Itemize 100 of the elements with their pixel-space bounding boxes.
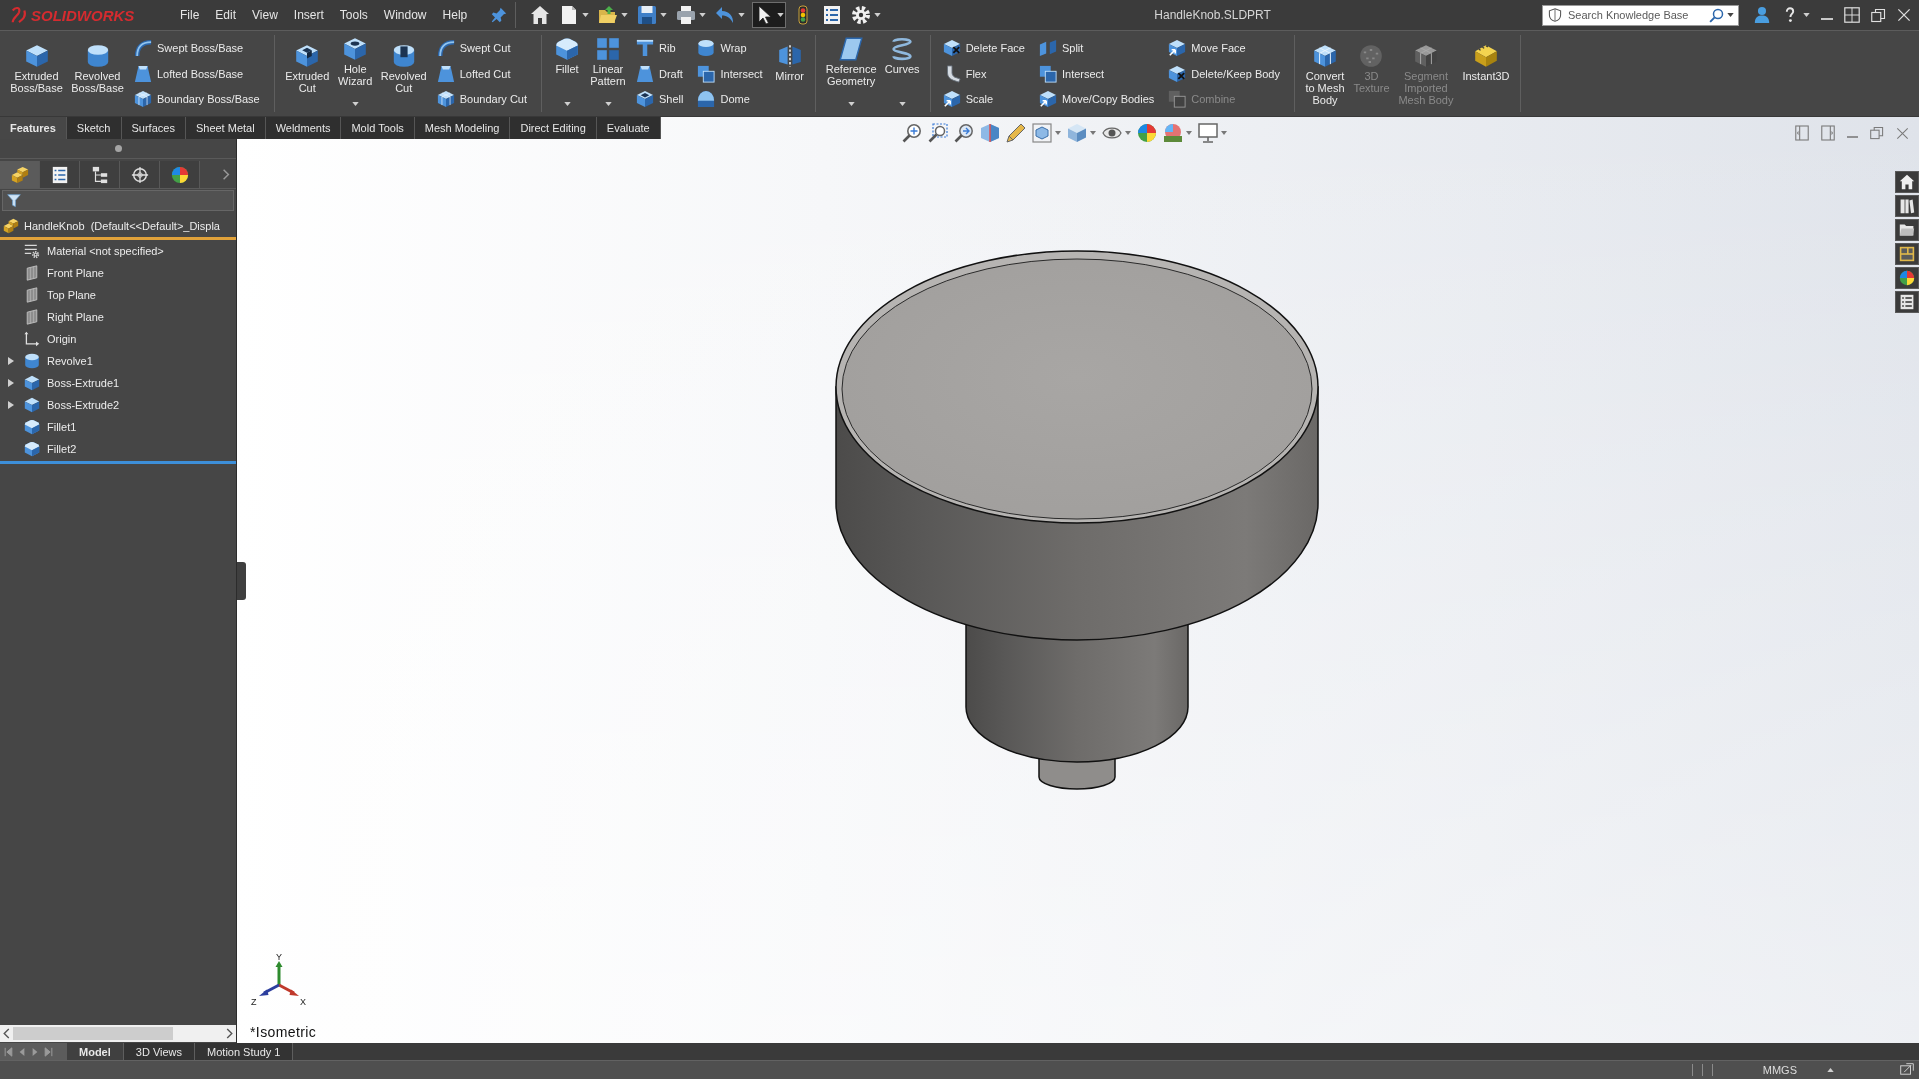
menu-item[interactable]: Tools (331, 3, 376, 27)
filter-field[interactable] (2, 190, 234, 211)
menu-item[interactable]: Insert (285, 3, 332, 27)
view-toolbar-button[interactable] (1067, 122, 1096, 144)
panel-collapse-handle[interactable] (237, 562, 246, 600)
tree-item[interactable]: Fillet1 (0, 416, 236, 438)
scroll-left-icon[interactable] (3, 1028, 10, 1039)
menu-item[interactable]: Edit (207, 3, 245, 27)
restore-icon[interactable] (1871, 7, 1886, 23)
ribbon-tab[interactable]: Features (0, 117, 67, 139)
view-toolbar-button[interactable] (954, 122, 974, 144)
ribbon-button[interactable]: Extruded Boss/Base (8, 35, 65, 112)
ribbon-button[interactable]: Intersect (693, 60, 769, 87)
tree-item[interactable]: Revolve1 (0, 350, 236, 372)
tree-item[interactable]: Right Plane (0, 306, 236, 328)
view-toolbar-button[interactable] (1198, 122, 1227, 144)
ribbon-button[interactable]: Rib (632, 35, 690, 61)
ribbon-button[interactable]: Draft (632, 60, 690, 87)
view-toolbar-button[interactable] (928, 122, 948, 144)
tree-item[interactable]: Origin (0, 328, 236, 350)
ribbon-button[interactable]: Swept Cut (432, 35, 533, 61)
ribbon-button[interactable]: Extruded Cut (282, 35, 332, 112)
pin-icon[interactable] (491, 7, 508, 23)
view-toolbar-button[interactable] (902, 122, 922, 144)
task-pane-tab[interactable] (1895, 219, 1919, 241)
ribbon-button[interactable]: Delete Face (938, 35, 1031, 61)
task-pane-tab[interactable] (1895, 267, 1919, 289)
panel-tab[interactable] (160, 161, 200, 188)
user-icon[interactable] (1753, 6, 1771, 24)
ribbon-button[interactable]: Delete/Keep Body (1164, 60, 1286, 87)
model-tab[interactable]: Model (67, 1043, 124, 1060)
ribbon-button[interactable]: Move/Copy Bodies (1034, 86, 1161, 112)
ribbon-button[interactable]: Revolved Cut (378, 35, 429, 112)
tree-item[interactable]: Boss-Extrude2 (0, 394, 236, 416)
ribbon-button[interactable]: Scale (938, 86, 1031, 112)
ribbon-button[interactable]: Shell (632, 86, 690, 112)
tree-item[interactable]: Boss-Extrude1 (0, 372, 236, 394)
menu-item[interactable]: File (172, 3, 208, 27)
view-toolbar-button[interactable] (1006, 122, 1026, 144)
units-selector[interactable]: MMGS (1762, 1064, 1834, 1076)
ribbon-button[interactable]: Lofted Boss/Base (130, 60, 266, 87)
scrollbar-thumb[interactable] (13, 1027, 173, 1040)
caret-right-icon[interactable] (8, 379, 14, 387)
ribbon-button[interactable]: Boundary Boss/Base (130, 86, 266, 112)
panel-tab[interactable] (80, 161, 120, 188)
panel-left-icon[interactable] (1795, 125, 1809, 141)
menu-item[interactable]: Help (434, 3, 476, 27)
tree-item[interactable]: Front Plane (0, 262, 236, 284)
toolbar-button[interactable] (752, 2, 787, 28)
caret-right-icon[interactable] (8, 401, 14, 409)
ribbon-button[interactable]: Wrap (693, 35, 769, 61)
tree-item[interactable]: Material <not specified> (0, 240, 236, 262)
menu-item[interactable]: View (244, 3, 286, 27)
view-toolbar-button[interactable] (1163, 122, 1192, 144)
panel-right-icon[interactable] (1821, 125, 1835, 141)
panel-tab[interactable] (120, 161, 160, 188)
stacked-blocks-icon (3, 218, 19, 234)
search-field[interactable]: Search Knowledge Base (1542, 4, 1739, 26)
tile-windows-icon[interactable] (1844, 7, 1860, 23)
ribbon-button[interactable]: Convert to Mesh Body (1302, 35, 1347, 112)
ribbon-button[interactable]: Curves (882, 35, 922, 112)
model-tab[interactable]: Motion Study 1 (195, 1043, 294, 1060)
panel-tab[interactable] (40, 161, 80, 188)
caret-icon[interactable] (1803, 13, 1810, 17)
ribbon-button[interactable]: Instant3D (1459, 35, 1512, 112)
view-toolbar-button[interactable] (980, 122, 1000, 144)
view-toolbar-button[interactable] (1032, 122, 1061, 144)
model-tab[interactable]: 3D Views (123, 1043, 196, 1060)
tree-item[interactable]: Fillet2 (0, 438, 236, 460)
ribbon-button[interactable]: Boundary Cut (432, 86, 533, 112)
ribbon-button[interactable]: Linear Pattern (588, 35, 628, 112)
ribbon-button[interactable]: Revolved Boss/Base (69, 35, 126, 112)
ribbon-button[interactable]: Intersect (1034, 60, 1161, 87)
ribbon-button[interactable]: Lofted Cut (432, 60, 533, 87)
splitter-handle[interactable] (114, 145, 122, 152)
ribbon-button[interactable]: Hole Wizard (335, 35, 375, 112)
task-pane-tab[interactable] (1895, 171, 1919, 193)
task-pane-tab[interactable] (1895, 243, 1919, 265)
ribbon-button[interactable]: Flex (938, 60, 1031, 87)
ribbon-button[interactable]: Dome (693, 86, 769, 112)
task-pane-tab[interactable] (1895, 195, 1919, 217)
filter-icon[interactable] (7, 193, 21, 208)
tree-item[interactable]: HandleKnob (Default<<Default>_Displa (0, 215, 236, 237)
ribbon-button[interactable]: Split (1034, 35, 1161, 61)
caret-icon[interactable] (1727, 13, 1734, 17)
ribbon-button[interactable]: Swept Boss/Base (130, 35, 266, 61)
caret-right-icon[interactable] (8, 357, 14, 365)
ribbon-button[interactable]: Reference Geometry (823, 35, 879, 112)
tree-item[interactable]: Top Plane (0, 284, 236, 306)
scroll-right-icon[interactable] (226, 1028, 233, 1039)
ribbon-button[interactable]: Fillet (550, 35, 584, 112)
chevron-right-icon[interactable] (222, 168, 230, 181)
task-pane-tab[interactable] (1895, 291, 1919, 313)
ribbon-button[interactable]: Move Face (1164, 35, 1286, 61)
panel-tab[interactable] (0, 161, 40, 188)
ribbon-button[interactable]: Mirror (772, 35, 807, 112)
horizontal-scrollbar[interactable] (0, 1025, 236, 1042)
view-toolbar-button[interactable] (1137, 122, 1157, 144)
menu-item[interactable]: Window (375, 3, 435, 27)
search-icon[interactable] (1709, 7, 1724, 23)
